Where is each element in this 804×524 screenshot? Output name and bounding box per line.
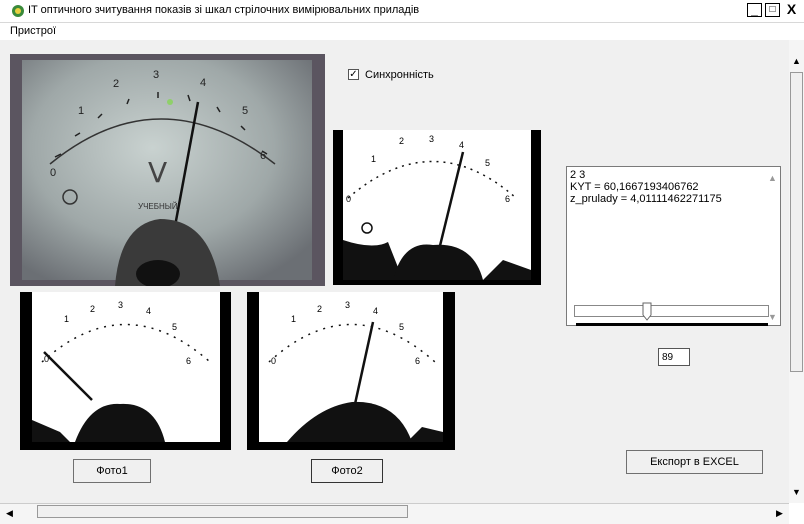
scale-label: 6 (505, 194, 510, 204)
scale-label: 4 (200, 77, 206, 89)
scale-label: 3 (153, 69, 159, 81)
scroll-down-icon[interactable]: ▼ (792, 487, 801, 497)
meter-photo-image: 0 1 2 3 4 5 6 V УЧЕБНЫЙ (10, 54, 325, 286)
scale-label: 0 (346, 194, 351, 204)
camera-photo: 0 1 2 3 4 5 6 V УЧЕБНЫЙ (10, 54, 325, 286)
scale-label: 5 (172, 322, 177, 332)
scale-label: 2 (317, 304, 322, 314)
scale-label: 6 (186, 356, 191, 366)
slider-thumb[interactable] (642, 302, 652, 321)
horizontal-scroll-thumb[interactable] (37, 505, 408, 518)
scale-label: 3 (118, 300, 123, 310)
photo1-button[interactable]: Фото1 (73, 459, 151, 483)
scale-label: 1 (78, 105, 84, 117)
scale-label: 6 (415, 356, 420, 366)
memo-line: KYT = 60,1667193406762 (570, 181, 699, 193)
minimize-button[interactable]: _ (747, 3, 762, 17)
photo2-image: 0 1 2 3 4 5 6 (247, 292, 455, 450)
unit-symbol: V (148, 156, 167, 189)
export-excel-button[interactable]: Експорт в EXCEL (626, 450, 763, 474)
menu-bar: Пристрої (0, 23, 804, 40)
scale-label: 5 (485, 158, 490, 168)
scale-label: 1 (64, 314, 69, 324)
scroll-up-icon[interactable]: ▲ (768, 173, 777, 183)
scale-label: 2 (90, 304, 95, 314)
close-button[interactable]: X (784, 2, 799, 17)
memo-line: z_prulady = 4,01111462271175 (570, 193, 722, 205)
scale-label: 5 (399, 322, 404, 332)
scale-label: 3 (429, 134, 434, 144)
scale-label: 2 (113, 78, 119, 90)
threshold-slider[interactable] (574, 305, 769, 317)
vertical-scroll-thumb[interactable] (790, 72, 803, 372)
photo1-image: 0 1 2 3 4 5 6 (20, 292, 231, 450)
scale-label: 1 (371, 154, 376, 164)
window-title: IT оптичного зчитування показів зі шкал … (28, 4, 420, 16)
scale-label: 6 (260, 150, 266, 162)
scroll-up-icon[interactable]: ▲ (792, 56, 801, 66)
maximize-button[interactable]: □ (765, 3, 780, 17)
app-icon (12, 5, 24, 17)
client-area: 0 1 2 3 4 5 6 V УЧЕБНЫЙ ✓ Синхронність 0… (0, 40, 789, 503)
scale-label: 4 (373, 306, 378, 316)
scroll-right-icon[interactable]: ▶ (776, 508, 783, 519)
scale-label: 0 (50, 167, 56, 179)
scale-label: 5 (242, 105, 248, 117)
photo2-button[interactable]: Фото2 (311, 459, 383, 483)
brand-label: УЧЕБНЫЙ (138, 202, 178, 211)
threshold-image: 0 1 2 3 4 5 6 (333, 130, 541, 285)
threshold-value-field[interactable]: 89 (658, 348, 690, 366)
scale-label: 4 (459, 140, 464, 150)
scale-label: 3 (345, 300, 350, 310)
title-bar: IT оптичного зчитування показів зі шкал … (0, 0, 804, 23)
slider-track-line (576, 323, 768, 326)
scroll-down-icon[interactable]: ▼ (768, 312, 777, 322)
menu-item-devices[interactable]: Пристрої (10, 25, 56, 37)
scale-label: 4 (146, 306, 151, 316)
memo-scrollbar[interactable]: ▲ ▼ (764, 167, 780, 325)
memo-line: 2 3 (570, 169, 586, 181)
scroll-left-icon[interactable]: ◀ (6, 508, 13, 519)
sync-checkbox-label: Синхронність (365, 69, 434, 81)
scale-label: 1 (291, 314, 296, 324)
output-memo[interactable]: 2 3 KYT = 60,1667193406762 z_prulady = 4… (566, 166, 781, 326)
sync-checkbox[interactable]: ✓ (348, 69, 359, 80)
scale-label: 2 (399, 136, 404, 146)
scale-label: 0 (271, 356, 276, 366)
